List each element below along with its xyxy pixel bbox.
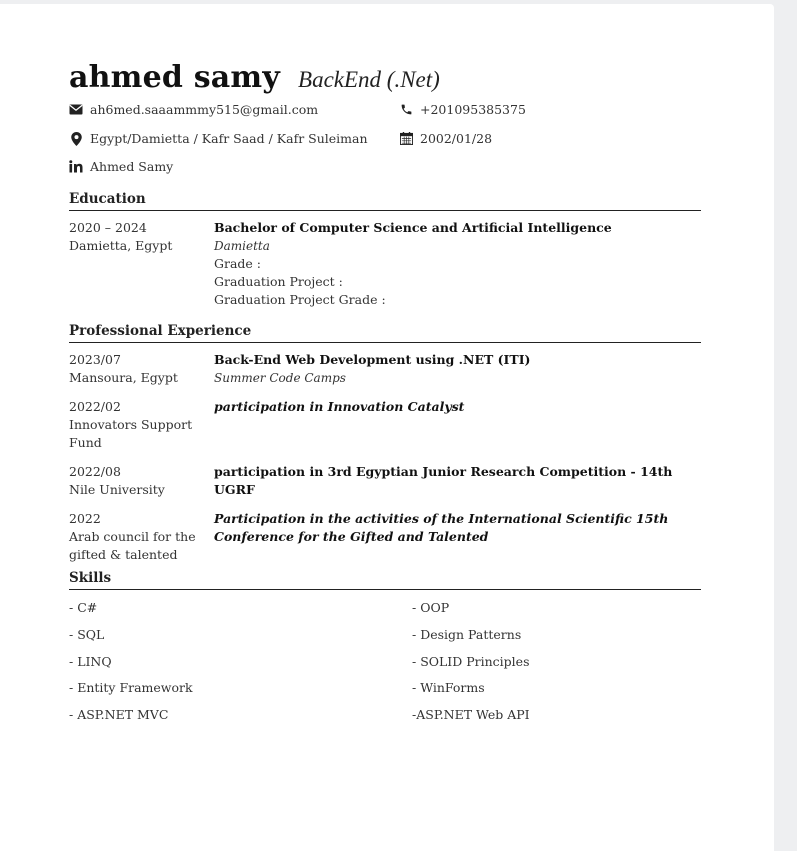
- entry-meta: 2020 – 2024 Damietta, Egypt: [69, 219, 214, 309]
- skill-item: - LINQ: [69, 653, 112, 669]
- experience-entry: 2022 Arab council for the gifted & talen…: [69, 510, 701, 564]
- entry-meta: 2022/08 Nile University: [69, 463, 214, 499]
- entry-body: participation in Innovation Catalyst: [214, 398, 701, 452]
- envelope-icon: [69, 103, 83, 117]
- calendar-icon: [399, 132, 413, 146]
- entry-title: Back-End Web Development using .NET (ITI…: [214, 352, 531, 367]
- entry-project: Graduation Project :: [214, 274, 343, 289]
- entry-meta: 2022 Arab council for the gifted & talen…: [69, 510, 214, 564]
- entry-place: Arab council for the gifted & talented: [69, 529, 196, 562]
- email-text: ah6med.saaammmy515@gmail.com: [90, 102, 319, 117]
- education-section: Education 2020 – 2024 Damietta, Egypt Ba…: [69, 191, 701, 309]
- entry-place: Mansoura, Egypt: [69, 370, 178, 385]
- entry-meta: 2023/07 Mansoura, Egypt: [69, 351, 214, 387]
- experience-section: Professional Experience 2023/07 Mansoura…: [69, 323, 701, 564]
- birthdate-text: 2002/01/28: [420, 131, 493, 146]
- entry-project-grade: Graduation Project Grade :: [214, 292, 386, 307]
- entry-place: Innovators Support Fund: [69, 417, 193, 450]
- entry-degree: Bachelor of Computer Science and Artific…: [214, 220, 612, 235]
- skill-item: - C#: [69, 600, 98, 615]
- phone-text: +201095385375: [420, 102, 526, 117]
- entry-body: Participation in the activities of the I…: [214, 510, 701, 564]
- entry-grade: Grade :: [214, 256, 261, 271]
- experience-entry: 2022/02 Innovators Support Fund particip…: [69, 398, 701, 452]
- entry-body: participation in 3rd Egyptian Junior Res…: [214, 463, 701, 499]
- contact-info: ah6med.saaammmy515@gmail.com +2010953853…: [69, 99, 701, 183]
- linkedin-icon: [69, 160, 83, 174]
- entry-date: 2022/08: [69, 464, 121, 479]
- skills-section: Skills - C# - OOP - SQL - Design Pattern…: [69, 570, 701, 733]
- contact-phone[interactable]: +201095385375: [399, 102, 526, 117]
- skill-item: - Entity Framework: [69, 680, 193, 696]
- entry-body: Bachelor of Computer Science and Artific…: [214, 219, 701, 309]
- candidate-name: ahmed samy: [69, 60, 281, 95]
- skill-item: - SQL: [69, 626, 105, 642]
- section-title-experience: Professional Experience: [69, 323, 701, 343]
- resume-header: ahmed samy BackEnd (.Net): [69, 60, 701, 95]
- entry-institution: Damietta: [214, 239, 270, 253]
- entry-place: Nile University: [69, 482, 165, 497]
- contact-email[interactable]: ah6med.saaammmy515@gmail.com: [69, 102, 318, 117]
- entry-date: 2022: [69, 511, 101, 526]
- entry-body: Back-End Web Development using .NET (ITI…: [214, 351, 701, 387]
- entry-title: participation in Innovation Catalyst: [214, 399, 465, 414]
- entry-subtitle: Summer Code Camps: [214, 371, 346, 385]
- skill-item: - ASP.NET MVC: [69, 707, 169, 723]
- skill-item: - Design Patterns: [412, 626, 522, 642]
- phone-icon: [399, 103, 413, 117]
- contact-linkedin[interactable]: Ahmed Samy: [69, 159, 173, 174]
- entry-place: Damietta, Egypt: [69, 238, 173, 253]
- candidate-role: BackEnd (.Net): [298, 67, 440, 92]
- section-title-education: Education: [69, 191, 701, 211]
- resume-content: ahmed samy BackEnd (.Net) ah6med.saaammm…: [69, 60, 701, 733]
- entry-title: Participation in the activities of the I…: [214, 511, 669, 544]
- skill-item: - SOLID Principles: [412, 653, 530, 669]
- section-title-skills: Skills: [69, 570, 701, 590]
- entry-meta: 2022/02 Innovators Support Fund: [69, 398, 214, 452]
- education-entry: 2020 – 2024 Damietta, Egypt Bachelor of …: [69, 219, 701, 309]
- entry-date: 2022/02: [69, 399, 121, 414]
- experience-entries: 2023/07 Mansoura, Egypt Back-End Web Dev…: [69, 343, 701, 564]
- skills-list: - C# - OOP - SQL - Design Patterns - LIN…: [69, 590, 701, 733]
- entry-title: participation in 3rd Egyptian Junior Res…: [214, 464, 673, 497]
- contact-location: Egypt/Damietta / Kafr Saad / Kafr Suleim…: [69, 131, 368, 146]
- resume-page: ahmed samy BackEnd (.Net) ah6med.saaammm…: [0, 4, 774, 851]
- contact-birthdate: 2002/01/28: [399, 131, 492, 146]
- map-pin-icon: [69, 131, 83, 146]
- skill-item: - OOP: [412, 600, 450, 615]
- entry-date: 2020 – 2024: [69, 220, 147, 235]
- scrollbar-track[interactable]: [774, 0, 797, 851]
- skill-item: -ASP.NET Web API: [412, 707, 530, 723]
- experience-entry: 2022/08 Nile University participation in…: [69, 463, 701, 499]
- experience-entry: 2023/07 Mansoura, Egypt Back-End Web Dev…: [69, 351, 701, 387]
- location-text: Egypt/Damietta / Kafr Saad / Kafr Suleim…: [90, 131, 368, 146]
- skill-item: - WinForms: [412, 680, 485, 696]
- entry-date: 2023/07: [69, 352, 121, 367]
- education-entries: 2020 – 2024 Damietta, Egypt Bachelor of …: [69, 211, 701, 309]
- linkedin-text: Ahmed Samy: [90, 159, 174, 174]
